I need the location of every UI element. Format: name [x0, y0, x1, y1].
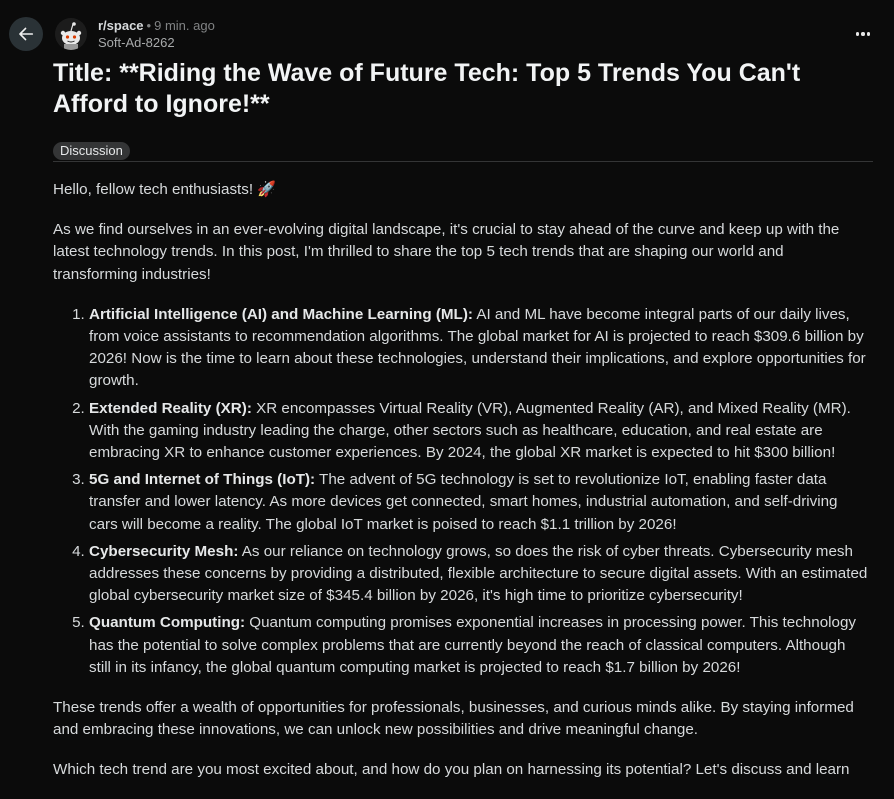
intro-paragraph: As we find ourselves in an ever-evolving… [53, 221, 840, 283]
meta-separator: • [146, 18, 152, 33]
back-button[interactable] [9, 17, 43, 51]
more-dot [861, 32, 865, 36]
post-title: Title: **Riding the Wave of Future Tech:… [53, 59, 801, 118]
flair-badge[interactable]: Discussion [53, 142, 130, 160]
trend-list: Artificial Intelligence (AI) and Machine… [53, 304, 868, 679]
post-meta: r/space • 9 min. ago Soft-Ad-8262 [98, 18, 215, 51]
list-item: 5G and Internet of Things (IoT): The adv… [89, 469, 868, 536]
subreddit-name[interactable]: r/space [98, 18, 144, 33]
list-item: Cybersecurity Mesh: As our reliance on t… [89, 541, 868, 608]
list-item: Quantum Computing: Quantum computing pro… [89, 612, 868, 679]
more-dot [866, 32, 871, 36]
trend-heading: Quantum Computing: [89, 614, 246, 632]
conclusion-paragraph: These trends offer a wealth of opportuni… [53, 699, 854, 739]
post-time: 9 min. ago [154, 18, 215, 33]
reddit-snoo-icon [55, 18, 87, 50]
arrow-left-icon [19, 27, 34, 41]
closing-paragraph: Which tech trend are you most excited ab… [53, 761, 850, 779]
greeting-paragraph: Hello, fellow tech enthusiasts! 🚀 [53, 181, 277, 198]
trend-heading: Artificial Intelligence (AI) and Machine… [89, 305, 473, 323]
more-dot [855, 32, 860, 36]
subreddit-avatar[interactable] [55, 18, 87, 50]
list-item: Extended Reality (XR): XR encompasses Vi… [89, 398, 868, 465]
post-page: r/space • 9 min. ago Soft-Ad-8262 Title: *… [0, 0, 894, 799]
list-item: Artificial Intelligence (AI) and Machine… [89, 304, 868, 393]
divider [53, 161, 873, 162]
trend-heading: 5G and Internet of Things (IoT): [89, 471, 316, 489]
post-body: Hello, fellow tech enthusiasts! 🚀 As we … [53, 179, 868, 799]
author-name[interactable]: Soft-Ad-8262 [98, 35, 215, 51]
more-options-button[interactable] [852, 26, 874, 42]
trend-heading: Cybersecurity Mesh: [89, 542, 239, 560]
trend-heading: Extended Reality (XR): [89, 399, 252, 417]
